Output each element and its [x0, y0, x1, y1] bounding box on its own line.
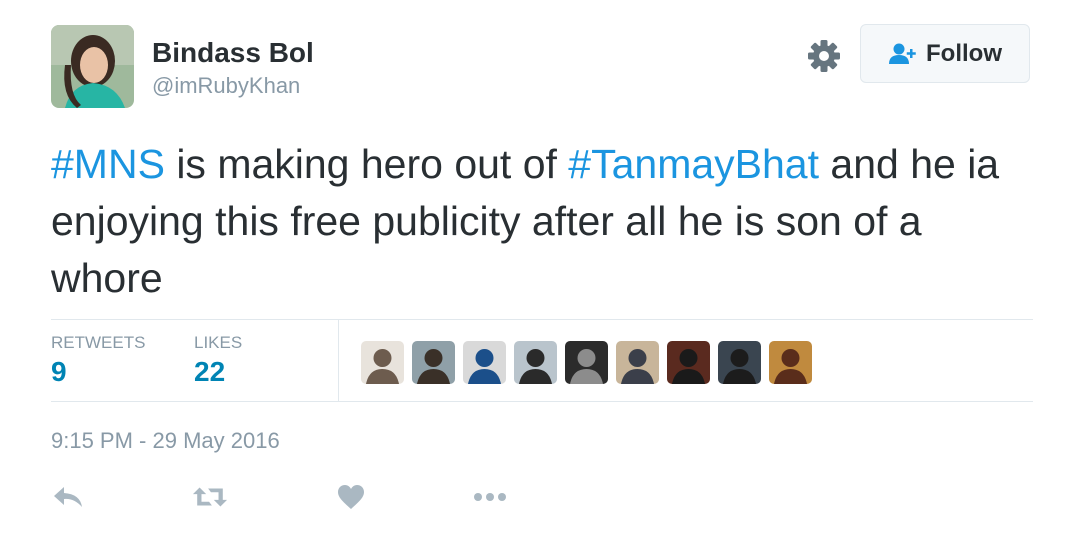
more-icon: [474, 493, 506, 501]
avatar-1[interactable]: [361, 341, 404, 384]
hashtag-mns[interactable]: #MNS: [51, 141, 165, 187]
avatar-4[interactable]: [514, 341, 557, 384]
avatar-9[interactable]: [769, 341, 812, 384]
timestamp[interactable]: 9:15 PM - 29 May 2016: [51, 428, 280, 454]
author-handle[interactable]: @imRubyKhan: [152, 73, 300, 99]
avatar-8[interactable]: [718, 341, 761, 384]
add-user-icon: [889, 43, 916, 64]
tweet-text: #MNS is making hero out of #TanmayBhat a…: [51, 136, 1041, 307]
liker-avatars: [361, 341, 812, 384]
gear-icon[interactable]: [807, 39, 841, 73]
avatar-6[interactable]: [616, 341, 659, 384]
author-name[interactable]: Bindass Bol: [152, 37, 314, 69]
hashtag-tanmaybhat[interactable]: #TanmayBhat: [568, 141, 819, 187]
profile-photo: [51, 25, 134, 108]
likes-label: LIKES: [194, 333, 243, 352]
divider: [51, 401, 1033, 402]
heart-icon: [338, 485, 364, 509]
stats-separator: [338, 319, 339, 401]
avatar-5[interactable]: [565, 341, 608, 384]
like-button[interactable]: [333, 481, 369, 513]
avatar-2[interactable]: [412, 341, 455, 384]
likes-count[interactable]: 22: [194, 356, 225, 388]
divider: [51, 319, 1033, 320]
retweet-icon: [192, 487, 228, 507]
reply-button[interactable]: [50, 481, 86, 513]
author-avatar[interactable]: [51, 25, 134, 108]
follow-button[interactable]: Follow: [860, 24, 1030, 83]
retweets-count[interactable]: 9: [51, 356, 67, 388]
follow-button-label: Follow: [926, 39, 1002, 67]
avatar-3[interactable]: [463, 341, 506, 384]
retweet-button[interactable]: [192, 481, 228, 513]
more-button[interactable]: [472, 481, 508, 513]
avatar-7[interactable]: [667, 341, 710, 384]
tweet-text-segment: is making hero out of: [164, 141, 569, 187]
reply-icon: [54, 487, 82, 507]
retweets-label: RETWEETS: [51, 333, 146, 352]
